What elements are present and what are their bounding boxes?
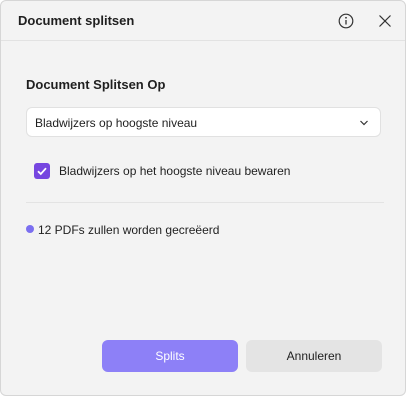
split-method-value: Bladwijzers op hoogste niveau: [35, 116, 198, 130]
close-icon: [379, 15, 391, 27]
info-button[interactable]: [336, 11, 356, 31]
dialog-titlebar: Document splitsen: [1, 1, 405, 41]
split-document-dialog: Document splitsen Document Splitsen Op B…: [0, 0, 406, 396]
divider: [26, 202, 384, 203]
info-icon: [338, 13, 354, 29]
chevron-down-icon: [360, 120, 368, 126]
cancel-button[interactable]: Annuleren: [246, 340, 382, 372]
section-title: Document Splitsen Op: [26, 77, 166, 92]
status-dot-icon: [26, 225, 34, 233]
keep-bookmarks-label[interactable]: Bladwijzers op het hoogste niveau beware…: [59, 164, 290, 178]
status-text: 12 PDFs zullen worden gecreëerd: [38, 223, 220, 237]
split-method-select[interactable]: Bladwijzers op hoogste niveau: [26, 107, 381, 137]
dialog-title: Document splitsen: [18, 13, 135, 28]
keep-bookmarks-checkbox[interactable]: [34, 163, 50, 179]
split-button[interactable]: Splits: [102, 340, 238, 372]
check-icon: [37, 167, 47, 176]
close-button[interactable]: [375, 11, 395, 31]
